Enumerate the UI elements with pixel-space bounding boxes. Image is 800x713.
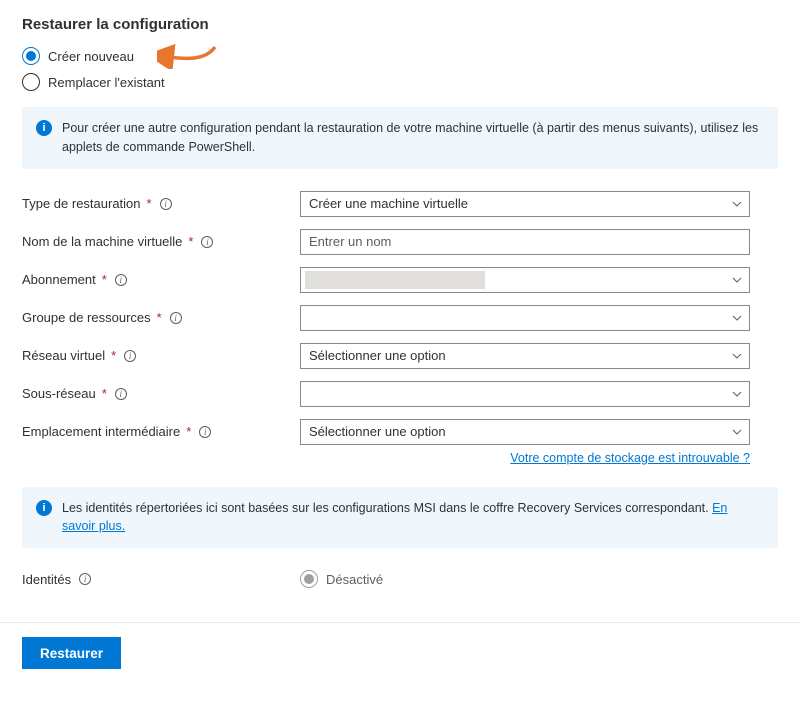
required-star-icon: * xyxy=(188,234,193,249)
restore-config-radio-group: Créer nouveau Remplacer l'existant xyxy=(22,47,778,91)
storage-account-help-link[interactable]: Votre compte de stockage est introuvable… xyxy=(510,451,750,465)
label-subnet: Sous-réseau* i xyxy=(22,386,300,401)
select-restore-type[interactable]: Créer une machine virtuelle xyxy=(300,191,750,217)
label-virtual-network: Réseau virtuel* i xyxy=(22,348,300,363)
chevron-down-icon xyxy=(731,388,743,400)
input-placeholder: Entrer un nom xyxy=(309,234,391,249)
required-star-icon: * xyxy=(102,386,107,401)
radio-create-new[interactable]: Créer nouveau xyxy=(22,47,778,65)
select-subnet[interactable] xyxy=(300,381,750,407)
radio-icon xyxy=(22,73,40,91)
info-icon: i xyxy=(36,500,52,516)
restore-button[interactable]: Restaurer xyxy=(22,637,121,669)
row-virtual-network: Réseau virtuel* i Sélectionner une optio… xyxy=(22,343,778,369)
footer-separator xyxy=(0,622,800,623)
chevron-down-icon xyxy=(731,274,743,286)
radio-label: Désactivé xyxy=(326,572,383,587)
arrow-annotation-icon xyxy=(157,43,219,72)
redacted-value xyxy=(305,271,485,289)
required-star-icon: * xyxy=(186,424,191,439)
row-vm-name: Nom de la machine virtuelle* i Entrer un… xyxy=(22,229,778,255)
select-value: Créer une machine virtuelle xyxy=(309,196,468,211)
radio-icon xyxy=(300,570,318,588)
label-identities: Identités i xyxy=(22,572,300,587)
info-text: Les identités répertoriées ici sont basé… xyxy=(62,499,764,537)
chevron-down-icon xyxy=(731,350,743,362)
info-panel-powershell: i Pour créer une autre configuration pen… xyxy=(22,107,778,169)
select-staging-location[interactable]: Sélectionner une option xyxy=(300,419,750,445)
row-restore-type: Type de restauration* i Créer une machin… xyxy=(22,191,778,217)
radio-identities-disabled: Désactivé xyxy=(300,570,383,588)
help-icon[interactable]: i xyxy=(115,388,127,400)
required-star-icon: * xyxy=(111,348,116,363)
row-resource-group: Groupe de ressources* i xyxy=(22,305,778,331)
help-icon[interactable]: i xyxy=(115,274,127,286)
radio-label: Remplacer l'existant xyxy=(48,75,165,90)
info-panel-identities: i Les identités répertoriées ici sont ba… xyxy=(22,487,778,549)
label-subscription: Abonnement* i xyxy=(22,272,300,287)
page-title: Restaurer la configuration xyxy=(22,16,778,33)
info-text: Pour créer une autre configuration penda… xyxy=(62,119,764,157)
help-icon[interactable]: i xyxy=(160,198,172,210)
label-staging-location: Emplacement intermédiaire* i xyxy=(22,424,300,439)
input-vm-name[interactable]: Entrer un nom xyxy=(300,229,750,255)
select-value: Sélectionner une option xyxy=(309,348,446,363)
select-value: Sélectionner une option xyxy=(309,424,446,439)
info-icon: i xyxy=(36,120,52,136)
label-vm-name: Nom de la machine virtuelle* i xyxy=(22,234,300,249)
help-icon[interactable]: i xyxy=(199,426,211,438)
help-icon[interactable]: i xyxy=(170,312,182,324)
radio-label: Créer nouveau xyxy=(48,49,134,64)
label-resource-group: Groupe de ressources* i xyxy=(22,310,300,325)
help-icon[interactable]: i xyxy=(79,573,91,585)
radio-icon xyxy=(22,47,40,65)
required-star-icon: * xyxy=(147,196,152,211)
label-restore-type: Type de restauration* i xyxy=(22,196,300,211)
chevron-down-icon xyxy=(731,426,743,438)
select-subscription[interactable] xyxy=(300,267,750,293)
required-star-icon: * xyxy=(157,310,162,325)
required-star-icon: * xyxy=(102,272,107,287)
help-icon[interactable]: i xyxy=(124,350,136,362)
select-virtual-network[interactable]: Sélectionner une option xyxy=(300,343,750,369)
row-identities: Identités i Désactivé xyxy=(22,570,778,588)
row-staging-location: Emplacement intermédiaire* i Sélectionne… xyxy=(22,419,778,445)
help-icon[interactable]: i xyxy=(201,236,213,248)
row-subnet: Sous-réseau* i xyxy=(22,381,778,407)
select-resource-group[interactable] xyxy=(300,305,750,331)
radio-replace-existing[interactable]: Remplacer l'existant xyxy=(22,73,778,91)
chevron-down-icon xyxy=(731,198,743,210)
row-subscription: Abonnement* i xyxy=(22,267,778,293)
footer-action-bar: Restaurer xyxy=(22,637,778,669)
chevron-down-icon xyxy=(731,312,743,324)
